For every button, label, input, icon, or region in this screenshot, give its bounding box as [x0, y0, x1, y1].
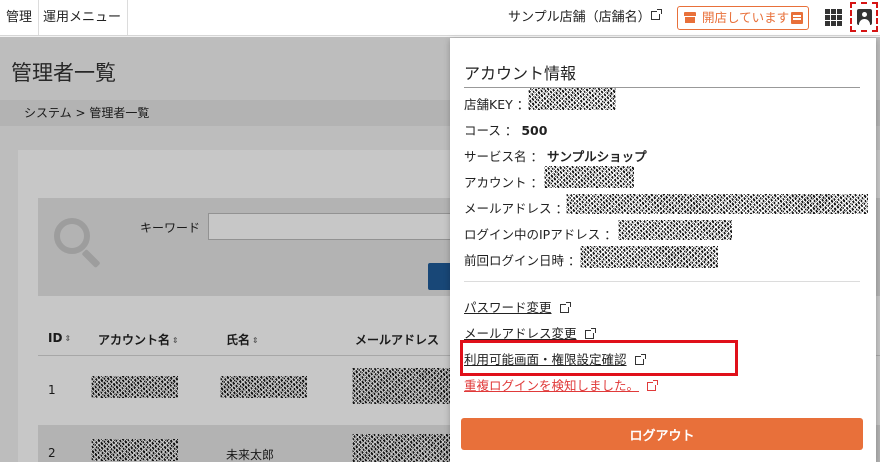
- popup-divider: [464, 281, 860, 282]
- menu-icon: [791, 12, 803, 24]
- account-info-popup: アカウント情報 店舗KEY ： コース ： 500 サービス名 ： サンプルショ…: [450, 38, 876, 462]
- ip-row: ログイン中のIPアドレス ：: [464, 227, 617, 242]
- user-icon: [857, 9, 872, 25]
- highlight-annotation: [460, 340, 738, 376]
- open-status-button[interactable]: 開店しています: [677, 6, 809, 30]
- app-grid-icon[interactable]: [825, 9, 842, 26]
- logout-button[interactable]: ログアウト: [461, 418, 863, 450]
- popup-title: アカウント情報: [464, 60, 860, 88]
- shop-icon: [684, 12, 696, 23]
- external-link-icon[interactable]: [651, 9, 662, 20]
- email-row: メールアドレス ：: [464, 201, 568, 216]
- masked-account-id: [544, 166, 634, 188]
- masked-email-address: [566, 194, 868, 214]
- menu-operations[interactable]: 運用メニュー: [37, 0, 129, 35]
- masked-ip-address: [618, 220, 732, 240]
- duplicate-login-link[interactable]: 重複ログインを検知しました。: [464, 375, 659, 394]
- open-status-label: 開店しています: [702, 10, 790, 25]
- password-change-link[interactable]: パスワード変更: [464, 297, 571, 316]
- menu-admin[interactable]: 管理: [0, 0, 40, 35]
- external-link-icon: [584, 328, 596, 339]
- service-row: サービス名 ： サンプルショップ: [464, 149, 647, 164]
- shop-name-link[interactable]: サンプル店舗（店舗名）: [508, 0, 651, 35]
- external-link-icon: [647, 380, 659, 391]
- masked-shop-key: [528, 88, 616, 110]
- external-link-icon: [559, 302, 571, 313]
- shop-key-row: 店舗KEY ：: [464, 97, 530, 112]
- course-row: コース ： 500: [464, 123, 548, 138]
- masked-last-login: [580, 246, 718, 268]
- top-bar: 管理 運用メニュー サンプル店舗（店舗名） 開店しています: [0, 0, 880, 36]
- user-account-button[interactable]: [850, 2, 878, 32]
- account-row: アカウント ：: [464, 175, 543, 190]
- last-login-row: 前回ログイン日時 ：: [464, 253, 581, 268]
